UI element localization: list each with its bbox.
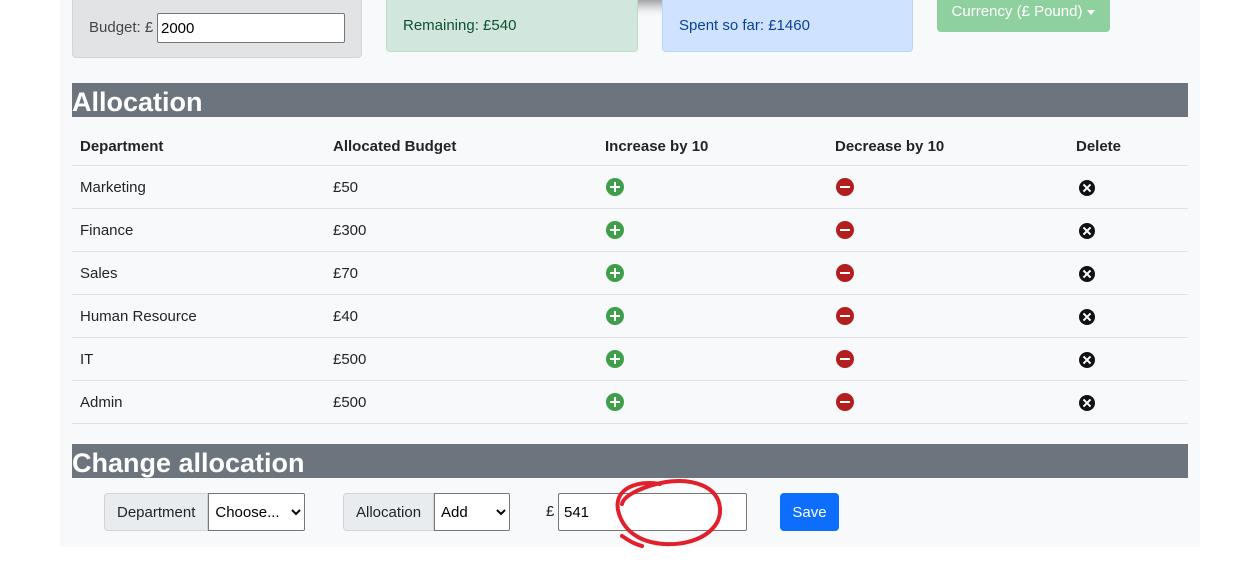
department-select-label: Department [104,493,209,531]
department-cell: IT [72,337,325,381]
spent-text: Spent so far: £1460 [679,17,810,34]
allocation-input-group: Allocation Add [343,493,511,531]
table-header-row: Department Allocated Budget Increase by … [72,127,1188,166]
minus-circle-icon[interactable] [836,393,854,412]
department-cell: Admin [72,380,325,424]
allocation-header: Allocation [72,83,1188,117]
department-select[interactable]: Choose... [208,493,306,531]
plus-circle-icon[interactable] [606,221,624,240]
currency-label: Currency (£ Pound) [951,2,1083,20]
minus-circle-icon[interactable] [836,221,854,240]
budget-cell: £50 [325,165,597,209]
plus-circle-icon[interactable] [606,178,624,197]
x-circle-icon[interactable] [1079,308,1095,325]
x-circle-icon[interactable] [1079,265,1095,282]
department-cell: Finance [72,208,325,252]
budget-label: Budget: £ [89,19,154,36]
minus-circle-icon[interactable] [836,264,854,283]
column-header-department: Department [72,127,325,166]
budget-card: Budget: £ [72,0,362,58]
plus-circle-icon[interactable] [606,350,624,369]
minus-circle-icon[interactable] [836,307,854,326]
minus-circle-icon[interactable] [836,350,854,369]
department-input-group: Department Choose... [104,493,306,531]
budget-cell: £500 [325,337,597,381]
currency-symbol: £ [546,503,555,520]
column-header-increase: Increase by 10 [597,127,827,166]
budget-cell: £500 [325,380,597,424]
department-cell: Marketing [72,165,325,209]
allocation-select-label: Allocation [343,493,435,531]
currency-dropdown-button[interactable]: Currency (£ Pound) [937,0,1110,32]
plus-circle-icon[interactable] [606,264,624,283]
change-allocation-header: Change allocation [72,444,1188,478]
table-row: Marketing £50 [72,165,1188,209]
column-header-decrease: Decrease by 10 [827,127,1068,166]
allocation-type-select[interactable]: Add [434,493,511,531]
page: Budget: £ Remaining: £540 Spent so far: … [60,0,1200,548]
budget-cell: £70 [325,251,597,295]
x-circle-icon[interactable] [1079,351,1095,368]
spent-card: Spent so far: £1460 [662,0,913,52]
caret-down-icon [1087,9,1096,15]
department-cell: Human Resource [72,294,325,338]
save-button[interactable]: Save [780,493,839,531]
plus-circle-icon[interactable] [606,307,624,326]
department-cell: Sales [72,251,325,295]
column-header-delete: Delete [1068,127,1188,166]
allocation-table: Department Allocated Budget Increase by … [72,127,1188,424]
budget-input[interactable] [157,13,345,43]
x-circle-icon[interactable] [1079,222,1095,239]
remaining-card: Remaining: £540 [386,0,638,52]
table-row: Finance £300 [72,208,1188,252]
table-row: Human Resource £40 [72,294,1188,338]
column-header-allocated-budget: Allocated Budget [325,127,597,166]
plus-circle-icon[interactable] [606,393,624,412]
table-row: Admin £500 [72,380,1188,424]
minus-circle-icon[interactable] [836,178,854,197]
budget-cell: £300 [325,208,597,252]
table-row: IT £500 [72,337,1188,381]
table-row: Sales £70 [72,251,1188,295]
x-circle-icon[interactable] [1079,394,1095,411]
budget-cell: £40 [325,294,597,338]
red-circle-annotation [615,479,723,548]
remaining-text: Remaining: £540 [403,17,517,34]
x-circle-icon[interactable] [1079,179,1095,196]
